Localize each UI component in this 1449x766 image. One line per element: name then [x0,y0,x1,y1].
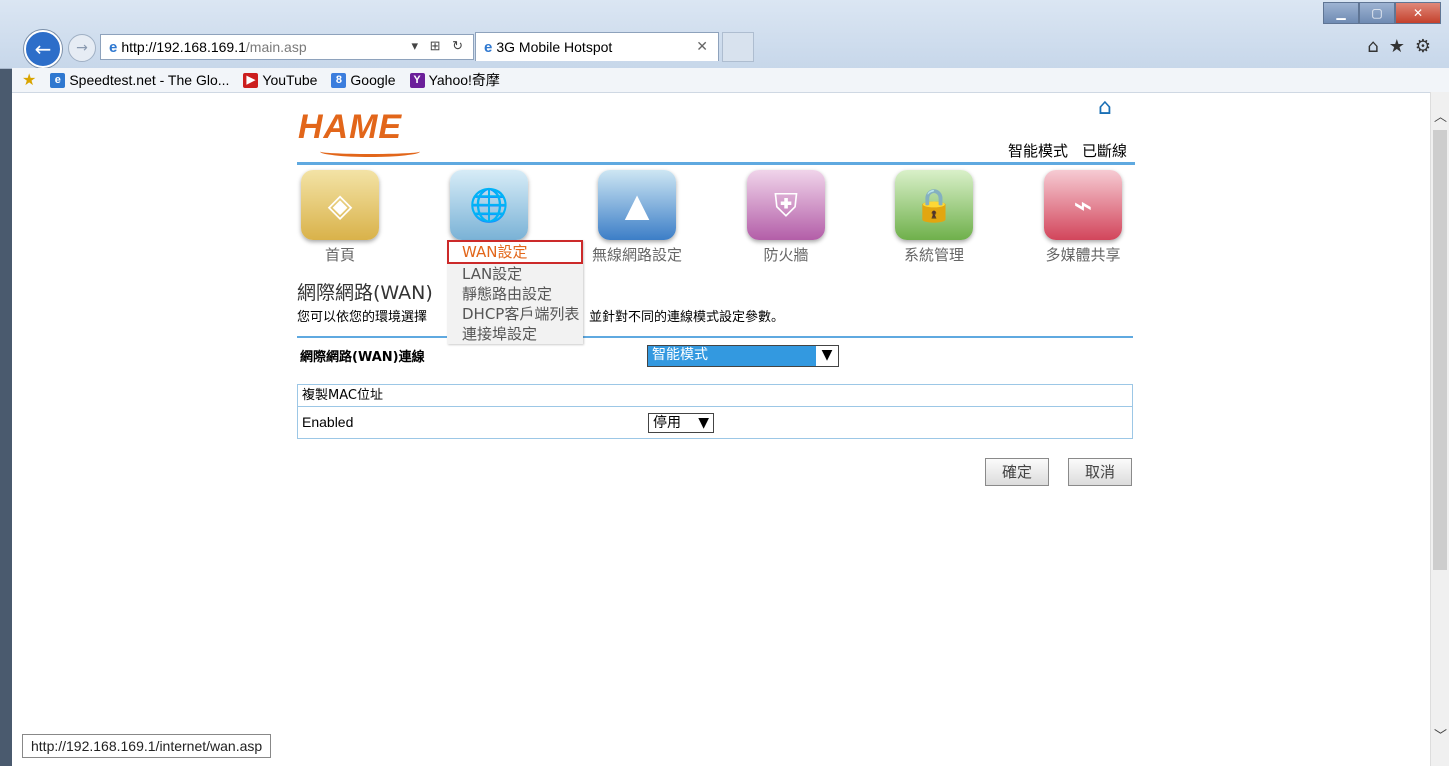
enabled-label: Enabled [302,414,354,430]
vertical-scrollbar[interactable]: ︿ ﹀ [1430,92,1449,766]
scroll-up-icon[interactable]: ︿ [1434,106,1447,125]
minimize-button[interactable]: ▁ [1323,2,1359,24]
menu-item-wan[interactable]: WAN設定 [447,240,583,264]
window-controls: ▁ ▢ ✕ [1323,2,1441,24]
close-window-button[interactable]: ✕ [1395,2,1441,24]
google-icon: 8 [331,72,347,88]
refresh-icon[interactable]: ▾ ⊞ ↻ [411,38,467,54]
url-path: /main.asp [245,39,307,55]
nav-system[interactable]: 🔒 系統管理 [879,170,989,265]
tab-title: 3G Mobile Hotspot [496,39,613,55]
nav-home[interactable]: ◈ 首頁 [285,170,395,265]
page-description-tail: 並針對不同的連線模式設定參數。 [589,310,785,325]
ie-icon: e [109,38,118,56]
ie-icon: e [484,38,493,56]
fav-google[interactable]: 8 Google [331,72,396,88]
home-icon[interactable]: ⌂ [1098,95,1112,120]
menu-item-static-route[interactable]: 靜態路由設定 [447,284,583,304]
favorites-star-icon[interactable]: ★ [1389,36,1405,57]
mode-status: 智能模式 [1007,142,1068,160]
lock-gear-icon: 🔒 [895,170,973,240]
browser-chrome: ← → e http://192.168.169.1/main.asp ▾ ⊞ … [0,0,1449,69]
chevron-down-icon: ▼ [698,415,709,431]
wan-dropdown-menu: WAN設定 LAN設定 靜態路由設定 DHCP客戶端列表 連接埠設定 [447,240,583,344]
enabled-select[interactable]: 停用 ▼ [648,413,714,433]
page-title: 網際網路(WAN) [297,282,433,304]
menu-item-lan[interactable]: LAN設定 [447,264,583,284]
menu-item-dhcp-clients[interactable]: DHCP客戶端列表 [447,304,583,324]
section-divider [297,336,1133,338]
ie-icon: e [50,72,66,88]
header-divider [297,162,1135,165]
window-edge [0,0,12,766]
nav-firewall[interactable]: ⛨ 防火牆 [731,170,841,265]
globe-check-icon: 🌐 [450,170,528,240]
fav-yahoo[interactable]: Y Yahoo!奇摩 [409,70,500,90]
cancel-button[interactable]: 取消 [1068,458,1132,486]
nav-wireless[interactable]: ▲ 無線網路設定 [582,170,692,265]
wan-mode-select[interactable]: 智能模式 ▼ [647,345,839,367]
wan-mode-value: 智能模式 [648,346,816,366]
status-bar-url: http://192.168.169.1/internet/wan.asp [22,734,272,758]
enabled-value: 停用 [653,415,681,431]
browser-tools: ⌂ ★ ⚙ [1367,36,1431,57]
page-description: 您可以依您的環境選擇 [297,310,428,325]
wan-connection-label: 網際網路(WAN)連線 [300,350,425,365]
address-bar[interactable]: e http://192.168.169.1/main.asp ▾ ⊞ ↻ [100,34,474,60]
nav-internet[interactable]: 🌐 [434,170,544,240]
ok-button[interactable]: 確定 [985,458,1049,486]
wifi-tower-icon: ▲ [598,170,676,240]
chevron-down-icon: ▼ [821,347,833,363]
new-tab-button[interactable] [722,32,754,62]
favorites-add-icon[interactable]: ★ [22,70,36,90]
forward-button[interactable]: → [68,34,96,62]
youtube-icon: ▶ [243,72,259,88]
usb-wireless-icon: ⌁ [1044,170,1122,240]
yahoo-icon: Y [409,72,425,88]
home-speaker-icon: ◈ [301,170,379,240]
gear-icon[interactable]: ⚙ [1415,36,1431,57]
connection-status: 已斷線 [1081,142,1127,160]
scroll-down-icon[interactable]: ﹀ [1434,725,1447,744]
shield-icon: ⛨ [747,170,825,240]
hame-logo: HAME [298,108,403,146]
mac-clone-header: 複製MAC位址 [298,385,1132,407]
logo-swoosh [320,146,420,157]
menu-item-port-settings[interactable]: 連接埠設定 [447,324,583,344]
favorites-bar: ★ e Speedtest.net - The Glo... ▶ YouTube 8… [12,68,1449,93]
home-icon[interactable]: ⌂ [1367,36,1378,57]
url-host: http://192.168.169.1 [121,39,246,55]
scrollbar-thumb[interactable] [1433,130,1447,570]
back-button[interactable]: ← [24,30,62,68]
fav-speedtest[interactable]: e Speedtest.net - The Glo... [50,72,229,88]
maximize-button[interactable]: ▢ [1359,2,1395,24]
fav-youtube[interactable]: ▶ YouTube [243,72,317,88]
tab-3g-hotspot[interactable]: e 3G Mobile Hotspot ✕ [475,32,719,61]
mac-clone-panel: 複製MAC位址 Enabled 停用 ▼ [297,384,1133,439]
nav-media[interactable]: ⌁ 多媒體共享 [1028,170,1138,265]
close-icon[interactable]: ✕ [696,38,708,55]
status-line: 智能模式 已斷線 [1008,140,1127,161]
